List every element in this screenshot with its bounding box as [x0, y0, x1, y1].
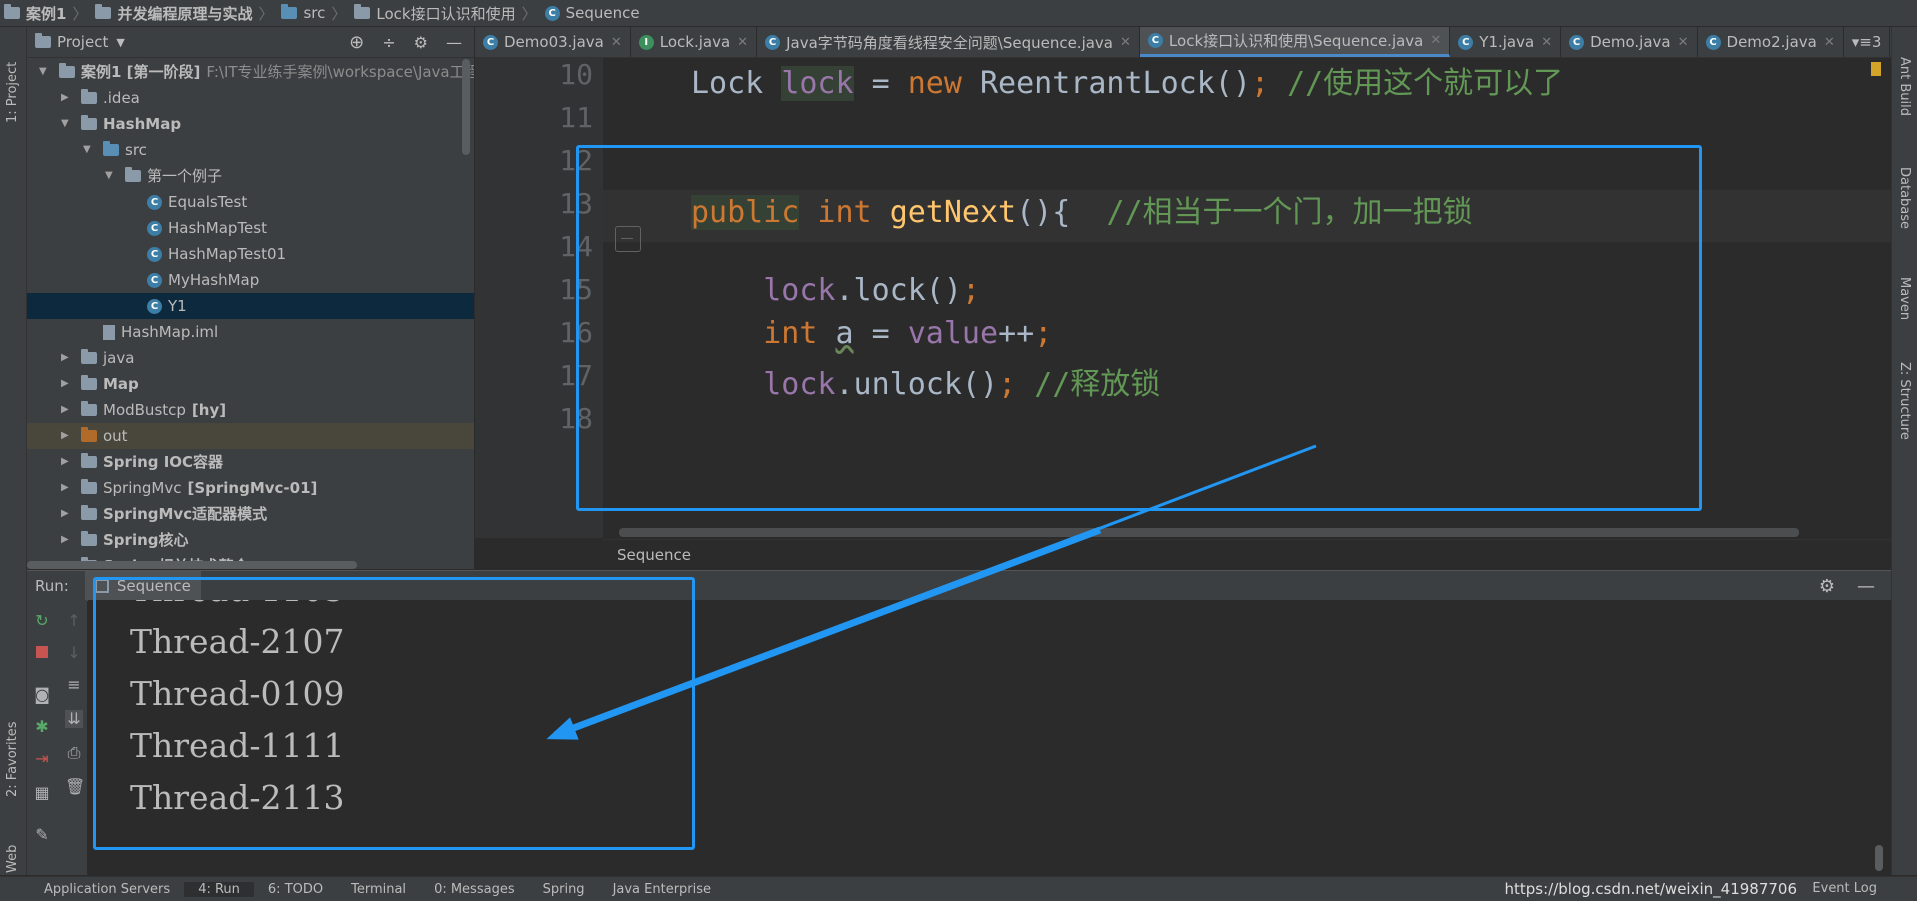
- annotation-arrow: [546, 444, 1317, 740]
- arrow-line-thick: [553, 526, 1102, 739]
